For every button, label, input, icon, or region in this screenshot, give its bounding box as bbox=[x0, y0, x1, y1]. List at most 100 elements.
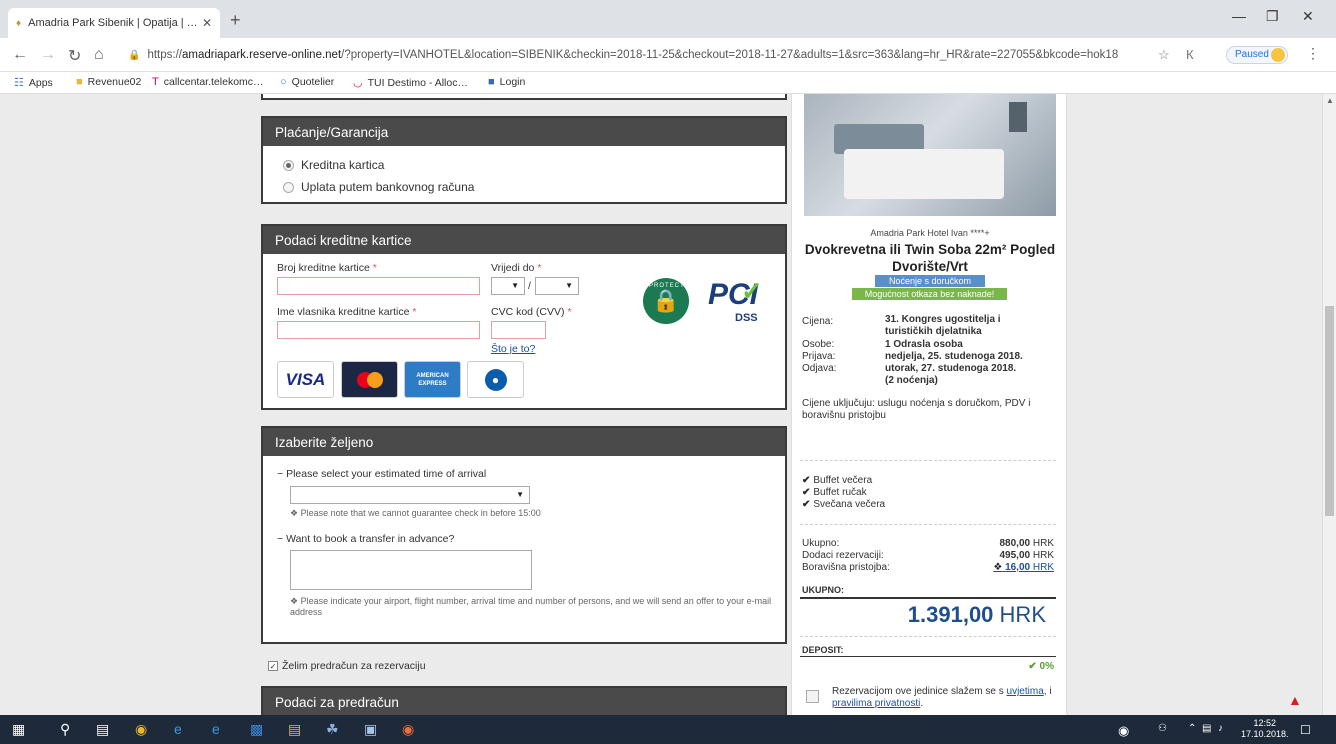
privacy-link[interactable]: pravilima privatnosti bbox=[832, 698, 920, 709]
summary-divider bbox=[800, 524, 1056, 525]
tray-overflow-icon[interactable]: ⌃ bbox=[1188, 723, 1196, 734]
page-scrollbar[interactable]: ▲ bbox=[1322, 94, 1336, 715]
card-number-input[interactable] bbox=[277, 277, 480, 295]
avatar bbox=[1271, 48, 1285, 62]
close-window-icon[interactable]: ✕ bbox=[1302, 8, 1314, 25]
url-field[interactable]: 🔒 https:// amadriapark.reserve-online.ne… bbox=[128, 43, 1153, 67]
radio-bank-transfer[interactable]: Uplata putem bankovnog računa bbox=[283, 180, 474, 194]
minimize-icon[interactable]: — bbox=[1232, 8, 1246, 24]
card-holder-input[interactable] bbox=[277, 321, 480, 339]
windows-start-icon[interactable]: ▦ bbox=[12, 721, 25, 738]
page-content: Plaćanje/Garancija Kreditna kartica Upla… bbox=[0, 94, 1336, 715]
windows-taskbar: ▦ ⚲ ▤ ◉ e e ▩ ▤ ☘ ▣ ◉ ◉ ⚇ ⌃ ▤ ♪ 12:52 17.… bbox=[0, 715, 1336, 744]
reload-icon[interactable]: ↻ bbox=[68, 46, 81, 66]
check-icon: ✔ bbox=[802, 475, 811, 486]
close-tab-icon[interactable]: ✕ bbox=[202, 16, 212, 30]
back-icon[interactable]: ← bbox=[12, 46, 28, 64]
expiry-separator: / bbox=[528, 280, 531, 292]
browser-tab[interactable]: ♦ Amadria Park Sibenik | Opatija | … ✕ bbox=[8, 8, 220, 38]
cvc-help-link[interactable]: Što je to? bbox=[491, 343, 535, 355]
grand-total-label: UKUPNO: bbox=[802, 585, 844, 595]
price-value: 31. Kongres ugostitelja i turističkih dj… bbox=[885, 314, 1001, 337]
ie-icon[interactable]: e bbox=[212, 721, 220, 737]
extra-item: ✔ Svečana večera bbox=[802, 499, 886, 510]
app-icon[interactable]: ☘ bbox=[326, 721, 339, 738]
scroll-up-icon[interactable]: ▲ bbox=[1326, 96, 1334, 105]
extension-icon[interactable]: К bbox=[1186, 47, 1194, 62]
people-icon[interactable]: ⚇ bbox=[1158, 723, 1167, 734]
expiry-year-select[interactable]: ▼ bbox=[535, 277, 579, 295]
browser-menu-icon[interactable]: ⋮ bbox=[1306, 45, 1320, 62]
tray-app-icon[interactable]: ◉ bbox=[1118, 723, 1129, 739]
hotel-name: Amadria Park Hotel Ivan ****+ bbox=[870, 228, 990, 238]
grand-total-rule bbox=[800, 597, 1056, 599]
addons-amount: 495,00 HRK bbox=[999, 550, 1055, 561]
booking-summary: Amadria Park Hotel Ivan ****+ Dvokrevetn… bbox=[791, 94, 1067, 715]
radio-credit-card[interactable]: Kreditna kartica bbox=[283, 158, 384, 172]
expiry-month-select[interactable]: ▼ bbox=[491, 277, 525, 295]
arrival-note: ❖ Please note that we cannot guarantee c… bbox=[290, 508, 541, 518]
login-icon: ■ bbox=[488, 76, 495, 88]
deposit-value: ✔ 0% bbox=[1028, 661, 1054, 672]
extra-item: ✔ Buffet večera bbox=[802, 475, 873, 486]
browser-tab-bar: ♦ Amadria Park Sibenik | Opatija | … ✕ +… bbox=[0, 0, 1336, 38]
address-bar-row: ← → ↻ ⌂ 🔒 https:// amadriapark.reserve-o… bbox=[0, 38, 1336, 72]
bookmark-callcentar[interactable]: Tcallcentar.telekomc… bbox=[152, 76, 264, 88]
search-icon[interactable]: ⚲ bbox=[60, 721, 70, 738]
persons-value: 1 Odrasla osoba bbox=[885, 339, 963, 350]
invoice-checkbox[interactable]: ✓ bbox=[268, 661, 278, 671]
clock[interactable]: 12:52 17.10.2018. bbox=[1241, 718, 1289, 740]
transfer-note: ❖ Please indicate your airport, flight n… bbox=[290, 596, 772, 617]
edge-icon[interactable]: e bbox=[174, 721, 182, 737]
arrival-question: − Please select your estimated time of a… bbox=[277, 468, 487, 480]
tax-amount-link[interactable]: ❖ 16,00 HRK bbox=[993, 562, 1054, 573]
terms-link[interactable]: uvjetima bbox=[1007, 686, 1044, 697]
room-title: Dvokrevetna ili Twin Soba 22m² Pogled Dv… bbox=[804, 242, 1056, 274]
invoice-checkbox-row[interactable]: ✓ Želim predračun za rezervaciju bbox=[268, 660, 426, 672]
chrome-icon[interactable]: ◉ bbox=[135, 721, 147, 738]
choose-panel: Izaberite željeno − Please select your e… bbox=[261, 426, 787, 644]
task-view-icon[interactable]: ▤ bbox=[96, 721, 109, 738]
bookmark-tui[interactable]: ◡ TUI Destimo - Alloc… bbox=[353, 76, 468, 90]
mastercard-orange-circle bbox=[366, 371, 383, 388]
terms-checkbox[interactable] bbox=[806, 690, 819, 703]
photo-bed bbox=[844, 149, 1004, 199]
card-number-label: Broj kreditne kartice * bbox=[277, 262, 377, 274]
deposit-label: DEPOSIT: bbox=[802, 645, 844, 655]
new-tab-button[interactable]: + bbox=[230, 10, 241, 31]
network-icon[interactable]: ▤ bbox=[1202, 723, 1211, 734]
cvc-input[interactable] bbox=[491, 321, 546, 339]
bookmark-login[interactable]: ■ Login bbox=[488, 76, 525, 88]
restore-icon[interactable]: ❐ bbox=[1266, 8, 1279, 25]
bookmark-star-icon[interactable]: ☆ bbox=[1158, 47, 1170, 63]
forward-icon[interactable]: → bbox=[40, 46, 56, 64]
profile-paused-button[interactable]: Paused bbox=[1226, 46, 1288, 64]
tax-label: Boravišna pristojba: bbox=[802, 562, 890, 573]
dss-label: DSS bbox=[735, 312, 758, 324]
arrival-time-select[interactable]: ▼ bbox=[290, 486, 530, 504]
outlook-icon[interactable]: ▩ bbox=[250, 721, 263, 738]
warning-icon[interactable]: ▲ bbox=[1288, 692, 1302, 708]
screenshot-tool-icon[interactable]: ▣ bbox=[364, 721, 377, 738]
bookmark-quotelier[interactable]: ○ Quotelier bbox=[280, 76, 334, 88]
previous-panel-edge bbox=[261, 94, 787, 100]
active-app-icon[interactable]: ◉ bbox=[402, 721, 414, 738]
scrollbar-thumb[interactable] bbox=[1325, 306, 1334, 516]
persons-label: Osobe: bbox=[802, 339, 835, 350]
deposit-check-icon: ✔ bbox=[1028, 661, 1037, 672]
transfer-textarea[interactable] bbox=[290, 550, 532, 590]
checkout-label: Odjava: bbox=[802, 363, 837, 374]
tab-title: Amadria Park Sibenik | Opatija | … bbox=[28, 17, 196, 29]
notifications-icon[interactable]: ☐ bbox=[1300, 723, 1311, 737]
bookmark-revenue[interactable]: ■ Revenue02 bbox=[76, 76, 141, 88]
volume-icon[interactable]: ♪ bbox=[1218, 723, 1223, 734]
clock-date: 17.10.2018. bbox=[1241, 729, 1289, 739]
url-host: amadriapark.reserve-online.net bbox=[181, 49, 342, 61]
home-icon[interactable]: ⌂ bbox=[94, 46, 104, 64]
site-favicon-icon: ♦ bbox=[16, 17, 22, 29]
deposit-rule bbox=[800, 656, 1056, 657]
apps-grid-icon: ☷ bbox=[14, 77, 24, 89]
pci-check-icon: ✓ bbox=[741, 276, 763, 306]
file-explorer-icon[interactable]: ▤ bbox=[288, 721, 301, 738]
bookmark-apps[interactable]: ☷ Apps bbox=[14, 76, 53, 90]
